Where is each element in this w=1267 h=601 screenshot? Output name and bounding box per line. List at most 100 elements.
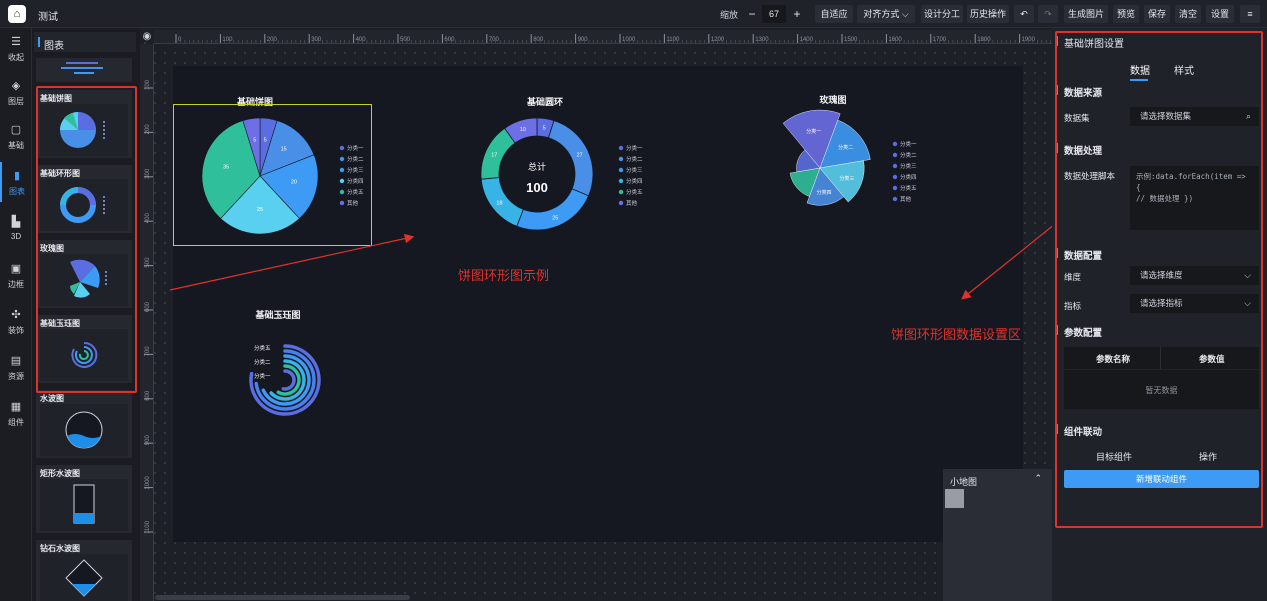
empty-text: 暂无数据 [1145, 386, 1178, 395]
redo-icon[interactable]: ↷ [1038, 5, 1058, 23]
settings-panel: 基础饼图设置 数据 样式 数据来源 数据集 请选择数据集 ⌕ 数据处理 数据处理… [1052, 28, 1267, 601]
3d-icon: ▙ [11, 216, 21, 228]
undo-icon[interactable]: ↶ [1014, 5, 1034, 23]
app-logo-icon[interactable]: ⌂ [8, 5, 26, 23]
bar-thumb [61, 62, 103, 74]
chevron-up-icon[interactable]: ⌃ [1034, 473, 1042, 484]
nav-label: 图表 [9, 187, 25, 196]
rose-slice-label: 分类四 [817, 189, 832, 196]
nav-border[interactable]: ▣ 边框 [0, 255, 32, 295]
nav-decoration[interactable]: ✣ 装饰 [0, 301, 32, 341]
rose-title: 玫瑰图 [819, 95, 847, 105]
chart-card-rose[interactable]: 玫瑰图 [36, 240, 132, 308]
nav-label: 图层 [8, 97, 24, 106]
settings-button[interactable]: 设置 [1206, 5, 1234, 23]
radial-bar-title: 基础玉珏图 [255, 310, 301, 320]
card-title: 玫瑰图 [40, 244, 64, 253]
radial-bar-chart[interactable]: 分类五分类二分类一 [245, 335, 325, 425]
nav-3d[interactable]: ▙ 3D [0, 208, 32, 248]
section-params: 参数配置 [1064, 328, 1103, 339]
chart-card-basic-pie[interactable]: 基础饼图 [36, 90, 132, 158]
align-dropdown[interactable]: 对齐方式 ⌵ [857, 5, 915, 23]
ruler-tick-label: 500 [400, 37, 411, 43]
minimap-viewport[interactable] [945, 489, 964, 508]
ruler-tick-label: 600 [444, 37, 455, 43]
chevron-down-icon: ⌵ [1244, 270, 1251, 280]
annotation-right-text: 饼图环形图数据设置区 [891, 327, 1022, 342]
border-icon: ▣ [10, 263, 22, 275]
donut-chart[interactable]: 5 27 25 18 17 10 分类一分类二分类三分类四分类五其他 [470, 108, 650, 238]
legend-label: 分类四 [626, 177, 643, 185]
dimension-select[interactable]: 请选择维度 ⌵ [1130, 266, 1259, 285]
chart-card-water[interactable]: 水波图 [36, 390, 132, 458]
zoom-in-button[interactable]: + [789, 5, 805, 23]
nav-component[interactable]: ▦ 组件 [0, 393, 32, 433]
nav-layers[interactable]: ◈ 图层 [0, 72, 32, 112]
param-name-header: 参数名称 [1096, 354, 1131, 364]
card-thumb [40, 479, 128, 531]
chart-card-basic-donut[interactable]: 基础环形图 [36, 165, 132, 233]
legend-label: 分类五 [900, 184, 917, 192]
card-thumb [40, 104, 128, 156]
zoom-out-button[interactable]: − [744, 5, 760, 23]
resource-icon: ▤ [10, 355, 22, 367]
nav-collapse[interactable]: ☰ 收起 [0, 28, 32, 68]
save-button[interactable]: 保存 [1144, 5, 1170, 23]
script-editor[interactable]: 示例:data.forEach(item => { // 数据处理 }) [1130, 166, 1259, 230]
minimap[interactable]: 小地图 ⌃ [943, 469, 1052, 601]
tab-style[interactable]: 样式 [1174, 62, 1194, 77]
nav-label: 组件 [8, 418, 24, 427]
tab-data[interactable]: 数据 [1130, 62, 1150, 77]
metric-select[interactable]: 请选择指标 ⌵ [1130, 294, 1259, 313]
card-title: 基础饼图 [40, 94, 72, 103]
canvas-h-scrollbar[interactable] [155, 595, 410, 600]
radial-bar [281, 369, 296, 391]
nav-resource[interactable]: ▤ 资源 [0, 347, 32, 387]
generate-image-button[interactable]: 生成图片 [1064, 5, 1108, 23]
chart-card-rect-water[interactable]: 矩形水波图 [36, 465, 132, 533]
rose-chart[interactable]: 分类一分类二分类三分类四分类一分类二分类三分类四分类五其他 [775, 108, 935, 208]
donut-slice-label: 17 [491, 152, 497, 158]
card-thumb [40, 404, 128, 456]
chart-card-partial[interactable] [36, 58, 132, 82]
ruler-tick-label: 100 [222, 37, 233, 43]
top-toolbar: ⌂ 测试 缩放 − 67 + 自适应 对齐方式 ⌵ 设计分工 历史操作 ↶ ↷ … [0, 0, 1267, 28]
clear-button[interactable]: 清空 [1175, 5, 1201, 23]
eye-icon[interactable]: ◉ [141, 31, 153, 43]
ruler-tick-label: 500 [145, 257, 151, 268]
card-thumb [40, 179, 128, 231]
chart-card-radial-bar[interactable]: 基础玉珏图 [36, 315, 132, 383]
nav-chart[interactable]: ▮ 图表 [0, 162, 32, 202]
nav-basic[interactable]: ▢ 基础 [0, 116, 32, 156]
dataset-placeholder: 请选择数据集 [1140, 111, 1192, 121]
divider [1160, 347, 1161, 369]
preview-button[interactable]: 预览 [1113, 5, 1139, 23]
add-linkage-button[interactable]: 新增联动组件 [1064, 470, 1259, 488]
ruler-tick-label: 800 [145, 390, 151, 401]
history-button[interactable]: 历史操作 [967, 5, 1009, 23]
component-panel: 图表 基础饼图 基础环形图 玫瑰图 基础玉珏图 水波图 矩形水波图 钻石水波图 [32, 28, 140, 601]
legend-marker [618, 167, 624, 173]
card-thumb [40, 554, 128, 601]
dataset-select[interactable]: 请选择数据集 ⌕ [1130, 107, 1259, 126]
basic-icon: ▢ [10, 124, 22, 136]
donut-slice-label: 10 [520, 127, 526, 133]
design-division-button[interactable]: 设计分工 [921, 5, 963, 23]
section-data-source: 数据来源 [1064, 88, 1103, 99]
zoom-label: 缩放 [720, 10, 739, 20]
nav-label: 边框 [8, 280, 24, 289]
dimension-label: 维度 [1064, 272, 1082, 282]
fit-button[interactable]: 自适应 [815, 5, 853, 23]
zoom-value-input[interactable]: 67 [762, 5, 786, 23]
legend-label: 分类三 [626, 166, 643, 174]
legend-label: 分类二 [900, 151, 917, 159]
left-icon-nav: ☰ 收起 ◈ 图层 ▢ 基础 ▮ 图表 ▙ 3D ▣ 边框 ✣ 装饰 ▤ 资源 ▦ 组件 [0, 28, 32, 601]
legend-marker [618, 145, 624, 151]
legend-label: 分类四 [900, 173, 917, 181]
accent-bar [1056, 85, 1058, 95]
chart-card-diamond-water[interactable]: 钻石水波图 [36, 540, 132, 601]
ruler-tick-label: 200 [145, 124, 151, 135]
app-title: 测试 [38, 12, 58, 23]
legend-marker [892, 185, 898, 191]
menu-icon[interactable]: ≡ [1240, 5, 1260, 23]
